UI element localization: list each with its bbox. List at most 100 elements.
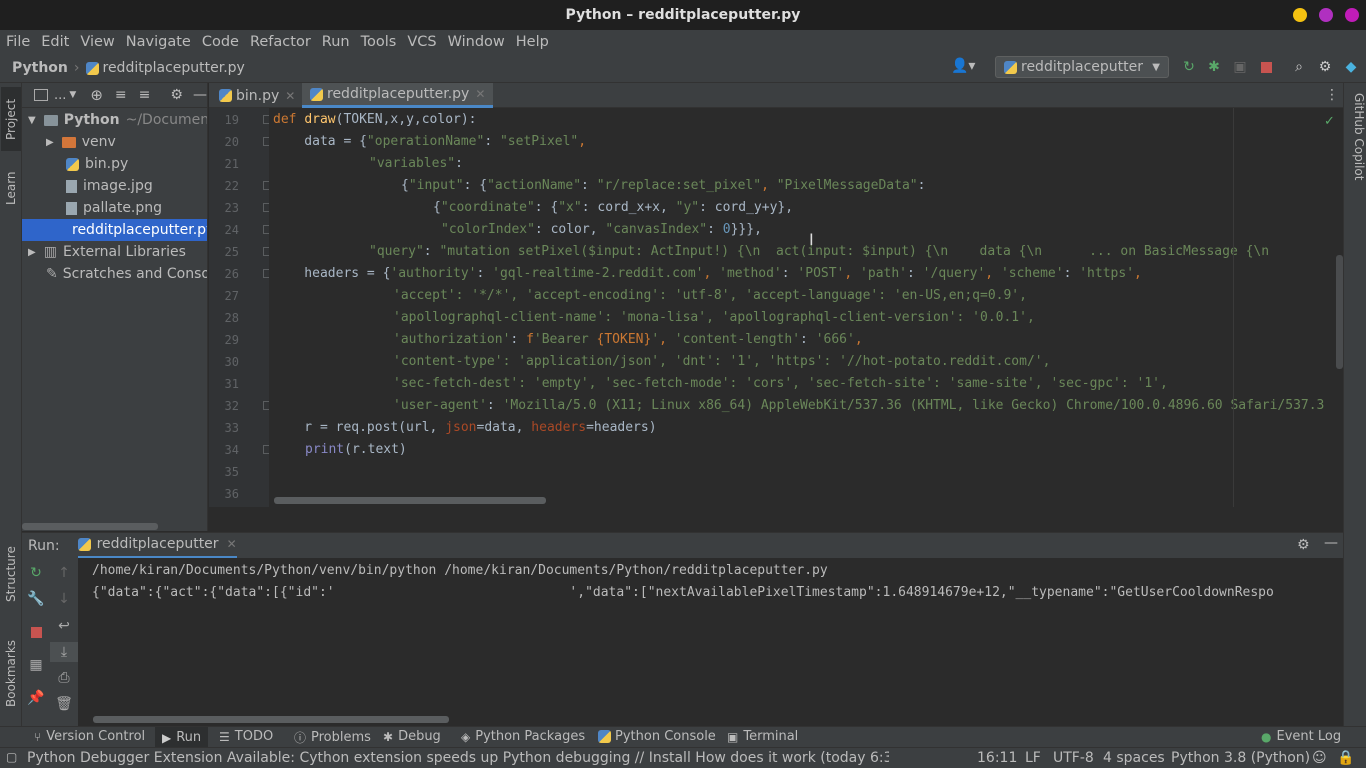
line-separator[interactable]: LF — [1025, 750, 1041, 766]
collapse-arrow-icon[interactable]: ▶ — [46, 137, 54, 148]
wrench-icon[interactable]: 🔧 — [22, 589, 50, 609]
caret-position[interactable]: 16:11 — [977, 750, 1017, 766]
menu-refactor[interactable]: Refactor — [250, 34, 311, 50]
gear-icon[interactable]: ⚙ — [1297, 537, 1310, 553]
expand-arrow-icon[interactable]: ▼ — [28, 115, 36, 126]
jetbrains-toolbox-icon[interactable]: ◆ — [1343, 59, 1359, 75]
project-view-icon[interactable] — [34, 89, 48, 101]
tab-terminal[interactable]: ▣ Terminal — [727, 729, 798, 744]
line-number: 19 — [224, 113, 239, 127]
close-tab-icon[interactable]: ✕ — [475, 87, 485, 101]
collapse-all-icon[interactable]: ≡ — [139, 87, 151, 103]
maximize-button[interactable] — [1319, 8, 1333, 22]
python-interpreter[interactable]: Python 3.8 (Python) — [1171, 750, 1310, 766]
scratches-icon: ✎ — [46, 266, 58, 282]
tab-python-packages[interactable]: ◈ Python Packages — [461, 729, 585, 744]
code-token: "canvasIndex" — [605, 222, 708, 237]
menu-window[interactable]: Window — [448, 34, 505, 50]
tree-item-redditplaceputter[interactable]: redditplaceputter.py — [22, 219, 207, 241]
minimize-button[interactable] — [1293, 8, 1307, 22]
copilot-status-icon[interactable]: ☺ — [1312, 750, 1327, 766]
tab-problems[interactable]: ⓘ Problems — [294, 729, 371, 746]
lock-icon[interactable]: 🔒 — [1337, 750, 1354, 766]
menu-navigate[interactable]: Navigate — [126, 34, 191, 50]
menu-file[interactable]: File — [6, 34, 30, 50]
tab-project[interactable]: Project — [1, 87, 21, 151]
stop-icon[interactable] — [22, 622, 50, 642]
run-output[interactable]: /home/kiran/Documents/Python/venv/bin/py… — [78, 558, 1343, 726]
menu-help[interactable]: Help — [516, 34, 549, 50]
close-tab-icon[interactable]: ✕ — [227, 537, 237, 551]
menu-view[interactable]: View — [80, 34, 114, 50]
file-encoding[interactable]: UTF-8 — [1053, 750, 1094, 766]
layout-icon[interactable]: ▦ — [22, 655, 50, 675]
title-bar: Python – redditplaceputter.py — [0, 0, 1366, 30]
editor-vertical-scrollbar[interactable] — [1336, 255, 1343, 369]
output-horizontal-scrollbar[interactable] — [93, 716, 449, 723]
breadcrumb-file[interactable]: redditplaceputter.py — [103, 60, 245, 76]
editor-horizontal-scrollbar[interactable] — [274, 497, 546, 504]
hide-icon[interactable]: — — [193, 87, 207, 103]
soft-wrap-icon[interactable]: ↩ — [50, 616, 78, 636]
collapse-arrow-icon[interactable]: ▶ — [28, 247, 36, 258]
trash-icon[interactable]: 🗑 — [50, 694, 78, 714]
tree-item-pallate[interactable]: pallate.png — [66, 197, 162, 219]
notification-icon[interactable]: ▢ — [6, 750, 17, 764]
image-file-icon — [66, 201, 77, 215]
tree-item-venv[interactable]: ▶ venv — [46, 131, 116, 153]
tree-scratches[interactable]: ✎ Scratches and Consoles — [46, 263, 207, 285]
tab-github-copilot[interactable]: GitHub Copilot — [1346, 93, 1366, 193]
run-config-select[interactable]: redditplaceputter ▼ — [995, 56, 1169, 78]
tree-item-image[interactable]: image.jpg — [66, 175, 153, 197]
status-message[interactable]: Python Debugger Extension Available: Cyt… — [27, 750, 889, 766]
rerun-icon[interactable]: ↻ — [22, 563, 50, 583]
breadcrumb-project[interactable]: Python — [12, 60, 68, 76]
locate-icon[interactable]: ⊕ — [90, 86, 103, 104]
code-token: "PixelMessageData" — [776, 178, 918, 193]
gear-icon[interactable]: ⚙ — [170, 87, 183, 103]
expand-all-icon[interactable]: ≡ — [115, 87, 127, 103]
tab-redditplaceputter-py[interactable]: redditplaceputter.py ✕ — [302, 83, 494, 108]
tree-item-bin[interactable]: bin.py — [66, 153, 128, 175]
rerun-icon[interactable]: ↻ — [1181, 59, 1197, 75]
menu-tools[interactable]: Tools — [361, 34, 397, 50]
gear-icon[interactable]: ⚙ — [1317, 59, 1333, 75]
run-tab[interactable]: redditplaceputter ✕ — [77, 533, 237, 559]
hide-icon[interactable]: — — [1324, 535, 1338, 551]
chevron-down-icon[interactable]: ▼ — [69, 90, 76, 100]
tab-todo[interactable]: ☰ TODO — [219, 729, 273, 744]
tab-structure[interactable]: Structure — [1, 535, 21, 613]
inspection-ok-icon[interactable]: ✓ — [1324, 114, 1335, 129]
close-tab-icon[interactable]: ✕ — [285, 89, 295, 103]
search-icon[interactable]: ⌕ — [1291, 59, 1307, 75]
menu-vcs[interactable]: VCS — [407, 34, 436, 50]
indent-setting[interactable]: 4 spaces — [1103, 750, 1165, 766]
tab-debug[interactable]: ✱ Debug — [383, 729, 441, 744]
more-tabs-icon[interactable]: ⋮ — [1325, 87, 1339, 103]
debug-icon[interactable]: ✱ — [1206, 59, 1222, 75]
tab-bookmarks[interactable]: Bookmarks — [1, 631, 21, 715]
pin-icon[interactable]: 📌 — [22, 688, 50, 708]
user-icon[interactable]: 👤▾ — [951, 58, 975, 74]
tab-event-log[interactable]: ● Event Log — [1261, 729, 1341, 744]
project-horizontal-scrollbar[interactable] — [22, 523, 158, 530]
tree-root[interactable]: ▼ Python ~/Documents — [28, 109, 207, 131]
down-arrow-icon[interactable]: ↓ — [50, 589, 78, 609]
print-icon[interactable]: ⎙ — [50, 668, 78, 688]
stop-icon[interactable] — [1258, 59, 1274, 75]
up-arrow-icon[interactable]: ↑ — [50, 563, 78, 583]
tab-learn[interactable]: Learn — [1, 163, 21, 213]
tab-python-console[interactable]: Python Console — [598, 729, 716, 744]
tab-version-control[interactable]: ⑂ Version Control — [34, 729, 145, 744]
tab-run[interactable]: ▶ Run — [155, 727, 209, 748]
tree-external-libraries[interactable]: ▶ ▥ External Libraries — [28, 241, 186, 263]
close-button[interactable] — [1345, 8, 1359, 22]
coverage-icon[interactable]: ▣ — [1232, 59, 1248, 75]
code-editor[interactable]: def draw(TOKEN,x,y,color): data = {"oper… — [269, 108, 1343, 507]
tab-bin-py[interactable]: bin.py ✕ — [211, 83, 303, 108]
menu-edit[interactable]: Edit — [41, 34, 69, 50]
project-view-select[interactable]: ... — [54, 88, 66, 103]
menu-code[interactable]: Code — [202, 34, 239, 50]
menu-run[interactable]: Run — [322, 34, 350, 50]
scroll-to-end-icon[interactable]: ⤓ — [50, 642, 78, 662]
